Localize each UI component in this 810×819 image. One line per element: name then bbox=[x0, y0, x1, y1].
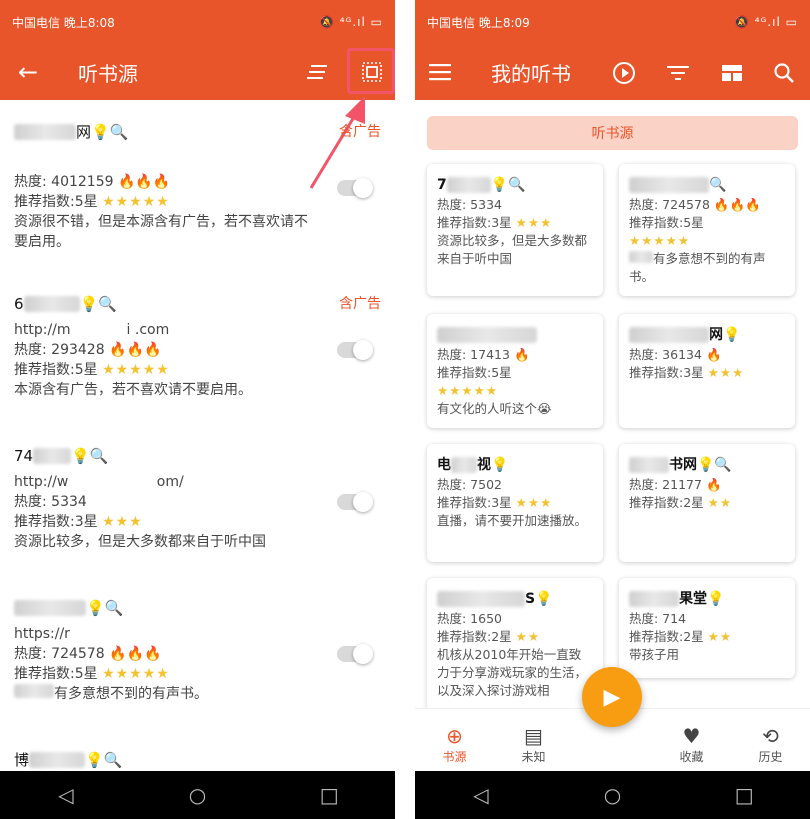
source-url: https://r bbox=[14, 626, 154, 642]
filter-icon[interactable] bbox=[665, 62, 691, 84]
source-card[interactable]: 7 💡🔍 热度: 5334 推荐指数:3星 ★★★ 资源比较多，但是大多数都来自于… bbox=[427, 164, 603, 296]
rating-row: 推荐指数:5星 ★★★★★ bbox=[14, 362, 170, 378]
nav-home-icon[interactable]: ○ bbox=[592, 783, 632, 807]
source-filter-chip[interactable]: 听书源 bbox=[427, 116, 798, 150]
source-desc: 资源很不错，但是本源含有广告，若不喜欢请不要启用。 bbox=[14, 214, 308, 250]
status-carrier-time: 中国电信 晚上8:09 bbox=[427, 15, 530, 30]
list-item[interactable]: 网💡🔍 含广告 热度: 4012159 🔥🔥🔥 推荐指数:5星 ★★★★★ 资源… bbox=[14, 120, 381, 270]
ad-badge: 含广告 bbox=[339, 296, 381, 312]
source-name: 博 💡🔍 bbox=[14, 751, 123, 769]
system-nav-bar: ◁ ○ □ bbox=[0, 771, 395, 819]
globe-icon: ⊕ bbox=[446, 724, 463, 748]
source-card[interactable]: 网💡 热度: 36134 🔥 推荐指数:3星 ★★★ bbox=[619, 314, 795, 428]
history-icon: ⟲ bbox=[762, 724, 779, 748]
source-card[interactable]: 电视💡 热度: 7502 推荐指数:3星 ★★★ 直播，请不要开加速播放。 bbox=[427, 444, 603, 562]
source-card[interactable]: 书网💡🔍 热度: 21177 🔥 推荐指数:2星 ★★ bbox=[619, 444, 795, 562]
enable-toggle[interactable] bbox=[337, 644, 373, 664]
list-item[interactable]: 74 💡🔍 http://w om/ 热度: 5334 推荐指数:3星 ★★★ 资… bbox=[14, 444, 381, 574]
right-screen: 中国电信 晚上8:09 🔕 ⁴ᴳ.ıl ▭ 我的听书 听书源 7 💡🔍 热度: 5… bbox=[415, 0, 810, 819]
rating-row: 推荐指数:5星 ★★★★★ bbox=[14, 194, 170, 210]
rating-row: 推荐指数:3星 ★★★ bbox=[14, 514, 143, 530]
source-card[interactable]: 🔍 热度: 724578 🔥🔥🔥 推荐指数:5星 ★★★★★ 有多意想不到的有声… bbox=[619, 164, 795, 296]
source-card[interactable]: 热度: 17413 🔥 推荐指数:5星 ★★★★★ 有文化的人听这个😭 bbox=[427, 314, 603, 428]
book-icon: ▤ bbox=[524, 724, 543, 748]
source-desc: 资源比较多，但是大多数都来自于听中国 bbox=[14, 534, 266, 550]
heat-row: 热度: 293428 🔥🔥🔥 bbox=[14, 342, 162, 358]
play-icon: ▶ bbox=[603, 684, 621, 710]
heat-row: 热度: 4012159 🔥🔥🔥 bbox=[14, 174, 171, 190]
enable-toggle[interactable] bbox=[337, 178, 373, 198]
play-fab-button[interactable]: ▶ bbox=[582, 667, 642, 727]
layout-icon[interactable] bbox=[719, 62, 745, 84]
status-bar: 中国电信 晚上8:08 🔕 ⁴ᴳ.ıl ▭ bbox=[0, 0, 395, 44]
status-icons: 🔕 ⁴ᴳ.ıl ▭ bbox=[318, 15, 383, 29]
status-carrier-time: 中国电信 晚上8:08 bbox=[12, 15, 115, 30]
search-icon[interactable] bbox=[771, 60, 797, 86]
source-name: 网💡🔍 bbox=[14, 120, 381, 144]
nav-recents-icon[interactable]: □ bbox=[309, 783, 349, 807]
status-bar: 中国电信 晚上8:09 🔕 ⁴ᴳ.ıl ▭ bbox=[415, 0, 810, 44]
source-name: 💡🔍 bbox=[14, 596, 381, 620]
source-card[interactable]: S💡 热度: 1650 推荐指数:2星 ★★ 机核从2010年开始一直致力于分享… bbox=[427, 578, 603, 718]
source-url: http://w om/ bbox=[14, 474, 184, 490]
heat-row: 热度: 5334 bbox=[14, 494, 87, 510]
source-name: 74 💡🔍 bbox=[14, 447, 109, 465]
menu-icon[interactable] bbox=[427, 60, 453, 84]
enable-toggle[interactable] bbox=[337, 340, 373, 360]
left-screen: 中国电信 晚上8:08 🔕 ⁴ᴳ.ıl ▭ ← 听书源 网💡🔍 含广告 热度: … bbox=[0, 0, 395, 819]
page-title: 我的听书 bbox=[491, 62, 571, 86]
enable-toggle[interactable] bbox=[337, 492, 373, 512]
nav-home-icon[interactable]: ○ bbox=[177, 783, 217, 807]
back-arrow-icon[interactable]: ← bbox=[14, 58, 42, 86]
tab-sources[interactable]: ⊕ 书源 bbox=[425, 724, 485, 765]
highlight-box bbox=[347, 48, 395, 94]
ad-badge: 含广告 bbox=[339, 124, 381, 140]
sort-icon[interactable] bbox=[305, 60, 331, 84]
heart-icon: ♥ bbox=[682, 724, 701, 748]
status-icons: 🔕 ⁴ᴳ.ıl ▭ bbox=[733, 15, 798, 29]
source-desc: 有多意想不到的有声书。 bbox=[14, 684, 381, 704]
page-title: 听书源 bbox=[78, 62, 138, 86]
tab-history[interactable]: ⟲ 历史 bbox=[741, 724, 801, 765]
nav-back-icon[interactable]: ◁ bbox=[461, 783, 501, 807]
nav-back-icon[interactable]: ◁ bbox=[46, 783, 86, 807]
tab-unknown[interactable]: ▤ 未知 bbox=[504, 724, 564, 765]
heat-row: 热度: 724578 🔥🔥🔥 bbox=[14, 646, 162, 662]
play-circle-icon[interactable] bbox=[611, 60, 637, 86]
list-item[interactable]: 6 💡🔍 含广告 http://m i .com 热度: 293428 🔥🔥🔥 推… bbox=[14, 292, 381, 422]
source-desc: 本源含有广告，若不喜欢请不要启用。 bbox=[14, 382, 252, 398]
rating-row: 推荐指数:5星 ★★★★★ bbox=[14, 666, 170, 682]
source-url: http://m i .com bbox=[14, 322, 170, 338]
app-bar: 我的听书 bbox=[415, 44, 810, 100]
list-item[interactable]: 博 💡🔍 bbox=[14, 748, 381, 772]
source-name: 6 💡🔍 bbox=[14, 295, 117, 313]
nav-recents-icon[interactable]: □ bbox=[724, 783, 764, 807]
source-card[interactable]: 果堂💡 热度: 714 推荐指数:2星 ★★ 带孩子用 bbox=[619, 578, 795, 678]
list-item[interactable]: 💡🔍 https://r 热度: 724578 🔥🔥🔥 推荐指数:5星 ★★★★… bbox=[14, 596, 381, 726]
system-nav-bar: ◁ ○ □ bbox=[415, 771, 810, 819]
tab-favorites[interactable]: ♥ 收藏 bbox=[662, 724, 722, 765]
